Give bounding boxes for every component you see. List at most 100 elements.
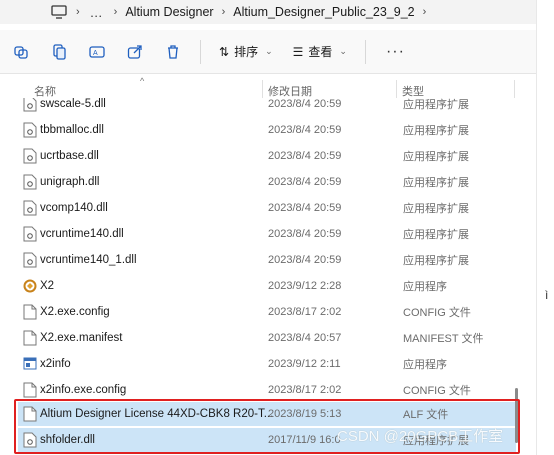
file-row[interactable]: swscale-5.dll 2023/8/4 20:59 应用程序扩展 <box>18 98 516 116</box>
chevron-right-icon: › <box>221 6 226 18</box>
file-date: 2023/8/4 20:59 <box>268 202 342 214</box>
file-date: 2023/8/4 20:59 <box>268 124 342 136</box>
file-name: shfolder.dll <box>40 434 95 446</box>
toolbar-divider <box>200 39 201 64</box>
copy-icon[interactable] <box>40 34 78 70</box>
file-icon <box>23 406 37 422</box>
breadcrumb-overflow-button[interactable]: … <box>86 5 108 20</box>
file-row-selected[interactable]: Altium Designer License 44XD-CBK8 R20-T.… <box>18 402 516 426</box>
app-icon <box>23 278 37 294</box>
svg-text:A: A <box>93 50 98 57</box>
file-type: CONFIG 文件 <box>403 385 471 397</box>
file-list: swscale-5.dll 2023/8/4 20:59 应用程序扩展 tbbm… <box>0 98 520 455</box>
view-label: 查看 <box>308 45 333 59</box>
file-type: MANIFEST 文件 <box>403 333 484 345</box>
more-options-button[interactable]: ··· <box>374 43 417 61</box>
file-icon <box>23 304 37 320</box>
file-type: CONFIG 文件 <box>403 307 471 319</box>
file-date: 2023/8/17 2:02 <box>268 384 342 396</box>
file-row[interactable]: x2info.exe.config 2023/8/17 2:02 CONFIG … <box>18 378 516 402</box>
sort-button[interactable]: ⇅ 排序 ⌄ <box>209 37 283 67</box>
dll-icon <box>23 174 37 190</box>
breadcrumb-altium-designer[interactable]: Altium Designer <box>123 5 215 19</box>
file-name: x2info.exe.config <box>40 384 127 396</box>
file-date: 2023/8/19 5:13 <box>268 408 342 420</box>
adjacent-window-edge <box>536 0 554 455</box>
copy-path-icon[interactable] <box>2 34 40 70</box>
chevron-right-icon: › <box>113 6 118 18</box>
file-name: unigraph.dll <box>40 176 100 188</box>
this-pc-icon[interactable] <box>48 5 70 19</box>
column-divider[interactable] <box>514 80 515 98</box>
delete-icon[interactable] <box>154 34 192 70</box>
file-date: 2023/8/4 20:59 <box>268 98 342 110</box>
column-divider[interactable] <box>262 80 263 98</box>
chevron-down-icon: ⌄ <box>339 46 347 56</box>
dll-icon <box>23 200 37 216</box>
scrollbar-thumb[interactable] <box>515 388 518 443</box>
view-button[interactable]: ☰ 查看 ⌄ <box>283 37 357 67</box>
file-date: 2017/11/9 16:0 <box>268 434 341 446</box>
file-row[interactable]: tbbmalloc.dll 2023/8/4 20:59 应用程序扩展 <box>18 118 516 142</box>
breadcrumb-current-folder[interactable]: Altium_Designer_Public_23_9_2 <box>231 5 416 19</box>
file-date: 2023/9/12 2:28 <box>268 280 342 292</box>
file-row[interactable]: vcomp140.dll 2023/8/4 20:59 应用程序扩展 <box>18 196 516 220</box>
file-row[interactable]: x2info 2023/9/12 2:11 应用程序 <box>18 352 516 376</box>
column-header-row: ^ 名称 修改日期 类型 <box>0 76 520 99</box>
file-name: x2info <box>40 358 71 370</box>
dll-icon <box>23 432 37 448</box>
file-name: swscale-5.dll <box>40 98 106 110</box>
dll-icon <box>23 122 37 138</box>
file-name: vcruntime140_1.dll <box>40 254 137 266</box>
file-date: 2023/9/12 2:11 <box>268 358 341 370</box>
file-row[interactable]: X2 2023/9/12 2:28 应用程序 <box>18 274 516 298</box>
file-name: X2 <box>40 280 55 292</box>
watermark: CSDN @20GPCB工作室 <box>337 428 504 445</box>
column-header-date[interactable]: 修改日期 <box>268 83 312 99</box>
chevron-right-icon: › <box>76 6 80 18</box>
file-type: 应用程序扩展 <box>403 99 469 111</box>
column-header-type[interactable]: 类型 <box>402 83 424 99</box>
window-app-icon <box>23 356 37 372</box>
file-row[interactable]: X2.exe.manifest 2023/8/4 20:57 MANIFEST … <box>18 326 516 350</box>
file-type: ALF 文件 <box>403 409 449 421</box>
file-type: 应用程序扩展 <box>403 177 469 189</box>
dll-icon <box>23 148 37 164</box>
file-type: 应用程序 <box>403 359 447 371</box>
file-row[interactable]: X2.exe.config 2023/8/17 2:02 CONFIG 文件 <box>18 300 516 324</box>
file-row[interactable]: vcruntime140.dll 2023/8/4 20:59 应用程序扩展 <box>18 222 516 246</box>
file-icon <box>23 382 37 398</box>
file-name: vcruntime140.dll <box>40 228 124 240</box>
file-row[interactable]: vcruntime140_1.dll 2023/8/4 20:59 应用程序扩展 <box>18 248 516 272</box>
file-type: 应用程序扩展 <box>403 125 469 137</box>
dll-icon <box>23 252 37 268</box>
file-type: 应用程序 <box>403 281 447 293</box>
sort-ascending-icon: ^ <box>140 76 145 86</box>
share-icon[interactable] <box>116 34 154 70</box>
column-header-name[interactable]: 名称 <box>34 83 56 99</box>
file-date: 2023/8/4 20:59 <box>268 176 342 188</box>
file-type: 应用程序扩展 <box>403 203 469 215</box>
file-date: 2023/8/4 20:59 <box>268 254 342 266</box>
view-list-icon: ☰ <box>292 44 304 59</box>
file-name: ucrtbase.dll <box>40 150 99 162</box>
chevron-down-icon: ⌄ <box>265 46 273 56</box>
toolbar-divider <box>364 39 366 64</box>
file-type: 应用程序扩展 <box>403 229 469 241</box>
dll-icon <box>23 98 37 112</box>
dll-icon <box>23 226 37 242</box>
adjacent-window-text: ì <box>545 288 549 302</box>
column-divider[interactable] <box>396 80 397 98</box>
file-row[interactable]: unigraph.dll 2023/8/4 20:59 应用程序扩展 <box>18 170 516 194</box>
file-row[interactable]: ucrtbase.dll 2023/8/4 20:59 应用程序扩展 <box>18 144 516 168</box>
file-type: 应用程序扩展 <box>403 255 469 267</box>
file-type: 应用程序扩展 <box>403 151 469 163</box>
sort-label: 排序 <box>234 45 259 59</box>
vertical-scrollbar[interactable] <box>513 98 519 455</box>
file-name: Altium Designer License 44XD-CBK8 R20-T.… <box>40 408 274 420</box>
address-bar: › … › Altium Designer › Altium_Designer_… <box>0 0 554 24</box>
file-icon <box>23 330 37 346</box>
file-date: 2023/8/17 2:02 <box>268 306 342 318</box>
rename-icon[interactable]: A <box>78 34 116 70</box>
file-date: 2023/8/4 20:59 <box>268 150 342 162</box>
